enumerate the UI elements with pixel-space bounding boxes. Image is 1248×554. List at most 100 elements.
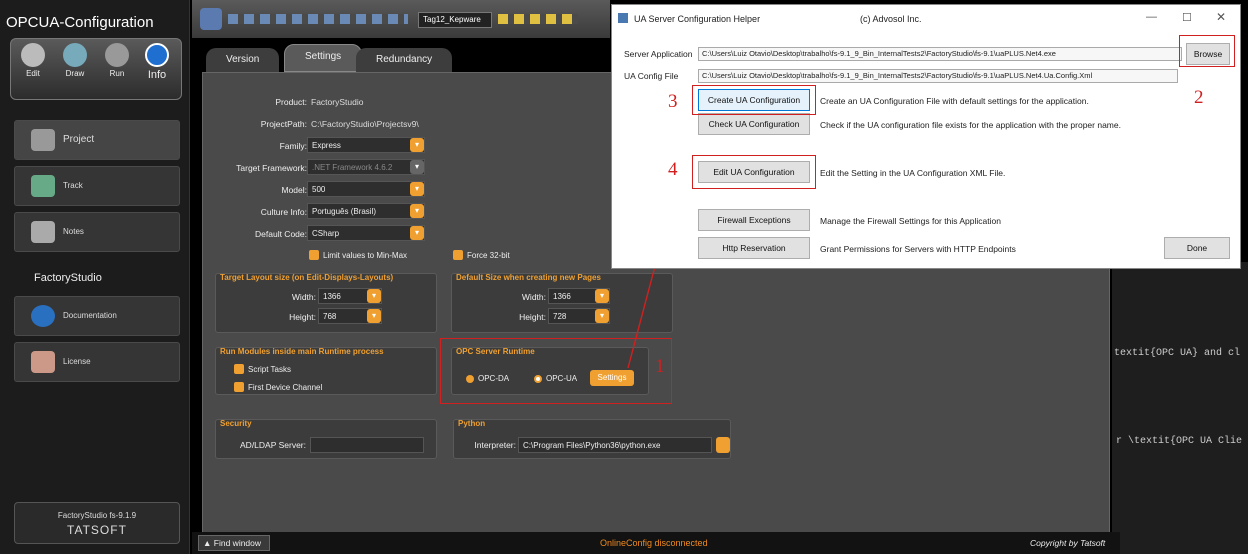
family-label: Family: bbox=[279, 141, 307, 151]
browse-icon[interactable] bbox=[716, 437, 730, 453]
sidebar-item-track[interactable]: Track bbox=[14, 166, 180, 206]
security-group: Security AD/LDAP Server: bbox=[215, 419, 437, 459]
force32-checkbox[interactable] bbox=[453, 250, 463, 260]
code-dropdown[interactable]: CSharp ▾ bbox=[307, 225, 425, 241]
pages-group-title: Default Size when creating new Pages bbox=[456, 273, 601, 282]
toolbar-icons[interactable] bbox=[228, 14, 408, 24]
chevron-down-icon: ▾ bbox=[595, 309, 609, 323]
chevron-down-icon: ▾ bbox=[410, 160, 424, 174]
device-label: First Device Channel bbox=[248, 383, 323, 392]
sidebar-item-project[interactable]: Project bbox=[14, 120, 180, 160]
track-icon bbox=[31, 175, 55, 197]
minimize-icon[interactable]: — bbox=[1146, 11, 1157, 23]
culture-label: Culture Info: bbox=[260, 207, 307, 217]
security-group-title: Security bbox=[220, 419, 252, 428]
tab-version[interactable]: Version bbox=[206, 48, 280, 72]
code-line-2: r \textit{OPC UA Clie bbox=[1116, 436, 1243, 447]
device-checkbox[interactable] bbox=[234, 382, 244, 392]
close-icon[interactable]: ✕ bbox=[1216, 10, 1226, 24]
chevron-down-icon: ▾ bbox=[410, 182, 424, 196]
gear-icon bbox=[21, 43, 45, 67]
code-line-1: textit{OPC UA} and cl bbox=[1114, 348, 1241, 359]
version-box: FactoryStudio fs-9.1.9 TATSOFT bbox=[14, 502, 180, 544]
database-icon bbox=[31, 129, 55, 151]
framework-dropdown: .NET Framework 4.6.2 ▾ bbox=[307, 159, 425, 175]
notes-icon bbox=[31, 221, 55, 243]
dialog-company: (c) Advosol Inc. bbox=[860, 14, 922, 24]
brand-logo: TATSOFT bbox=[67, 523, 127, 537]
http-reservation-button[interactable]: Http Reservation bbox=[698, 237, 810, 259]
ua-config-path[interactable]: C:\Users\Luiz Otavio\Desktop\trabalho\fs… bbox=[698, 69, 1178, 83]
annotation-box-4 bbox=[692, 155, 816, 189]
done-button[interactable]: Done bbox=[1164, 237, 1230, 259]
pages-width-label: Width: bbox=[521, 292, 546, 302]
ldap-label: AD/LDAP Server: bbox=[240, 440, 306, 450]
code-label: Default Code: bbox=[255, 229, 307, 239]
create-ua-desc: Create an UA Configuration File with def… bbox=[820, 96, 1089, 106]
sidebar-item-license[interactable]: License bbox=[14, 342, 180, 382]
annotation-box-2 bbox=[1179, 35, 1235, 67]
model-label: Model: bbox=[281, 185, 307, 195]
interpreter-input[interactable]: C:\Program Files\Python36\python.exe bbox=[518, 437, 712, 453]
status-text: OnlineConfig disconnected bbox=[600, 538, 708, 548]
dialog-titlebar: UA Server Configuration Helper (c) Advos… bbox=[612, 5, 1240, 31]
run-button[interactable]: Run bbox=[99, 43, 135, 78]
annotation-number-2: 2 bbox=[1194, 87, 1204, 108]
ua-config-label: UA Config File bbox=[624, 71, 679, 81]
annotation-number-4: 4 bbox=[668, 159, 678, 180]
chevron-down-icon: ▾ bbox=[367, 289, 381, 303]
toolbar-icons-right[interactable] bbox=[498, 14, 578, 24]
play-icon bbox=[105, 43, 129, 67]
annotation-number-3: 3 bbox=[668, 91, 678, 112]
ldap-input[interactable] bbox=[310, 437, 424, 453]
script-label: Script Tasks bbox=[248, 365, 291, 374]
model-dropdown[interactable]: 500 ▾ bbox=[307, 181, 425, 197]
chevron-down-icon: ▾ bbox=[410, 204, 424, 218]
top-toolbar: Tag12_Kepware bbox=[192, 0, 610, 38]
http-reservation-desc: Grant Permissions for Servers with HTTP … bbox=[820, 244, 1016, 254]
find-window-button[interactable]: ▲ Find window bbox=[198, 535, 270, 551]
modules-group: Run Modules inside main Runtime process … bbox=[215, 347, 437, 395]
edit-button[interactable]: Edit bbox=[15, 43, 51, 78]
pages-height-input[interactable]: 728 ▾ bbox=[548, 308, 610, 324]
tag-selector[interactable]: Tag12_Kepware bbox=[418, 12, 492, 28]
server-app-path[interactable]: C:\Users\Luiz Otavio\Desktop\trabalho\fs… bbox=[698, 47, 1182, 61]
check-ua-desc: Check if the UA configuration file exist… bbox=[820, 120, 1121, 130]
layout-height-label: Height: bbox=[289, 312, 316, 322]
family-dropdown[interactable]: Express ▾ bbox=[307, 137, 425, 153]
info-icon bbox=[145, 43, 169, 67]
check-ua-button[interactable]: Check UA Configuration bbox=[698, 113, 810, 135]
interpreter-label: Interpreter: bbox=[474, 440, 516, 450]
edit-ua-desc: Edit the Setting in the UA Configuration… bbox=[820, 168, 1006, 178]
info-button[interactable]: Info bbox=[139, 43, 175, 81]
tab-redundancy[interactable]: Redundancy bbox=[356, 48, 453, 72]
layout-height-input[interactable]: 768 ▾ bbox=[318, 308, 382, 324]
layout-width-label: Width: bbox=[291, 292, 316, 302]
draw-button[interactable]: Draw bbox=[57, 43, 93, 78]
left-panel: OPCUA-Configuration Edit Draw Run Info P… bbox=[0, 0, 190, 554]
logo-icon bbox=[200, 8, 222, 30]
layout-width-input[interactable]: 1366 ▾ bbox=[318, 288, 382, 304]
culture-dropdown[interactable]: Português (Brasil) ▾ bbox=[307, 203, 425, 219]
maximize-icon[interactable]: ☐ bbox=[1182, 11, 1192, 24]
app-title: OPCUA-Configuration bbox=[6, 14, 154, 31]
status-bar: ▲ Find window OnlineConfig disconnected … bbox=[192, 532, 1120, 554]
pages-width-input[interactable]: 1366 ▾ bbox=[548, 288, 610, 304]
limit-checkbox[interactable] bbox=[309, 250, 319, 260]
help-icon bbox=[31, 305, 55, 327]
sidebar-item-notes[interactable]: Notes bbox=[14, 212, 180, 252]
annotation-box-3 bbox=[692, 85, 816, 115]
sidebar-item-documentation[interactable]: Documentation bbox=[14, 296, 180, 336]
users-icon bbox=[31, 351, 55, 373]
path-label: ProjectPath: bbox=[260, 119, 307, 129]
firewall-button[interactable]: Firewall Exceptions bbox=[698, 209, 810, 231]
dialog-title: UA Server Configuration Helper bbox=[634, 14, 761, 24]
tab-settings[interactable]: Settings bbox=[284, 44, 363, 72]
layout-group: Target Layout size (on Edit-Displays-Lay… bbox=[215, 273, 437, 333]
dialog-app-icon bbox=[618, 13, 628, 23]
script-checkbox[interactable] bbox=[234, 364, 244, 374]
server-app-label: Server Application bbox=[624, 49, 693, 59]
layout-group-title: Target Layout size (on Edit-Displays-Lay… bbox=[220, 273, 394, 282]
chevron-down-icon: ▾ bbox=[367, 309, 381, 323]
product-label: Product: bbox=[275, 97, 307, 107]
